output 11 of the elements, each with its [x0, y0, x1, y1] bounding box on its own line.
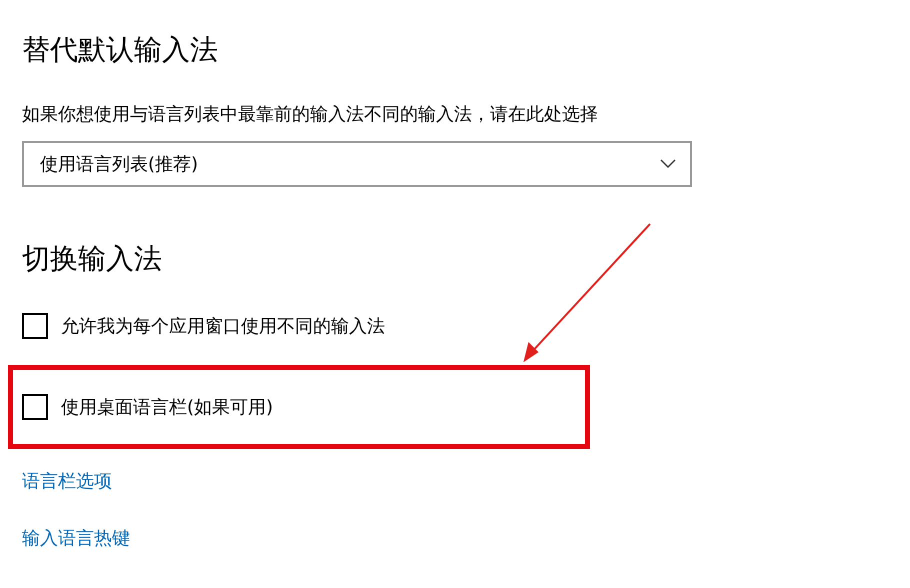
input-method-dropdown[interactable]: 使用语言列表(推荐): [22, 141, 692, 187]
checkbox[interactable]: [22, 313, 48, 339]
section-heading: 切换输入法: [22, 241, 162, 277]
settings-link[interactable]: 输入语言热键: [22, 526, 130, 550]
settings-link[interactable]: 语言栏选项: [22, 469, 112, 493]
section-heading: 替代默认输入法: [22, 32, 218, 68]
checkbox[interactable]: [22, 394, 48, 420]
checkbox-option[interactable]: 使用桌面语言栏(如果可用): [22, 394, 274, 420]
description-text: 如果你想使用与语言列表中最靠前的输入法不同的输入法，请在此处选择: [22, 103, 598, 127]
chevron-down-icon: [660, 159, 676, 169]
checkbox-option[interactable]: 允许我为每个应用窗口使用不同的输入法: [22, 313, 385, 339]
